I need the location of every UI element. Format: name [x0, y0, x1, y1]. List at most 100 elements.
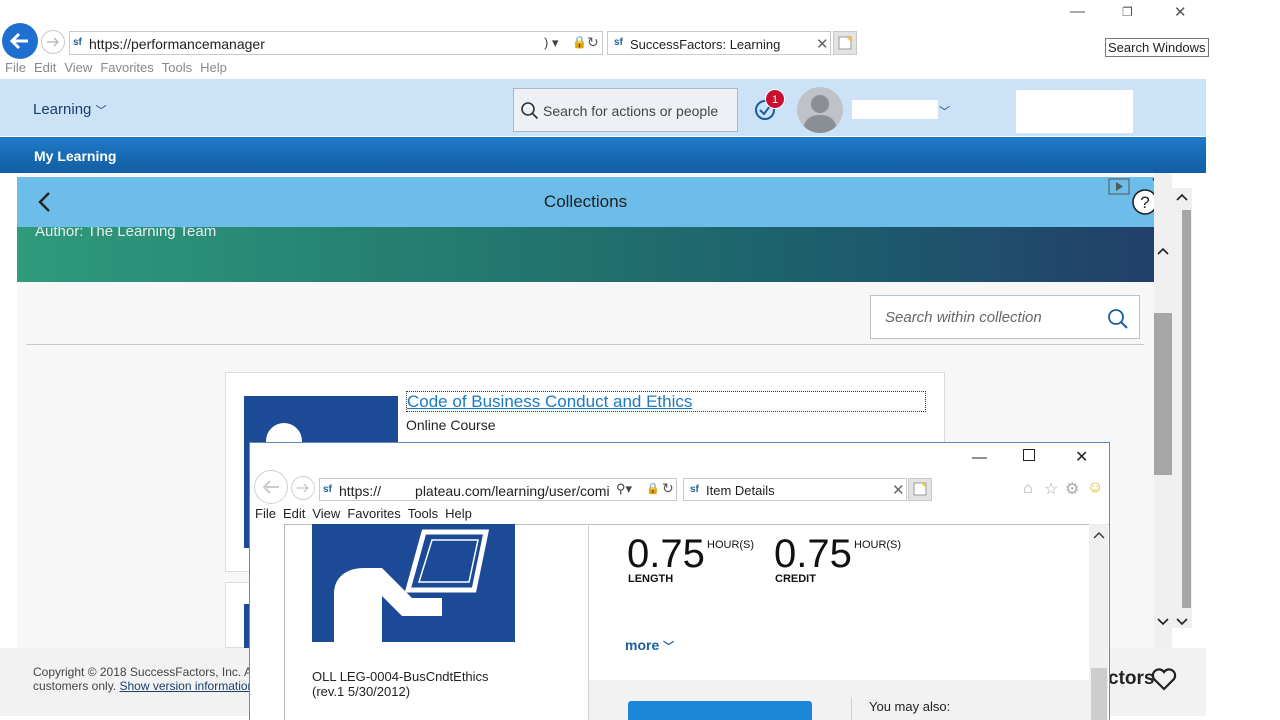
tab-close-icon[interactable]: ✕ — [816, 35, 829, 53]
window-controls: — ❐ ✕ — [1060, 0, 1280, 24]
company-logo-redacted — [1016, 90, 1133, 133]
popup-search-dropdown-icon[interactable]: ⚲▾ — [616, 481, 632, 497]
heart-logo-icon — [1151, 668, 1177, 691]
new-tab-icon — [838, 36, 852, 50]
video-play-icon[interactable] — [1107, 177, 1131, 197]
primary-action-button[interactable] — [628, 701, 812, 720]
brand-wordmark: ctors — [1108, 668, 1155, 689]
module-label: Learning — [33, 101, 92, 118]
module-switcher[interactable]: Learning ﹀ — [33, 101, 107, 118]
divider — [851, 697, 852, 720]
scroll-up-icon[interactable] — [1175, 191, 1189, 203]
home-icon[interactable]: ⌂ — [1023, 480, 1033, 498]
address-bar[interactable]: sf https://performancemanager ) ▾ 🔒 ↻ — [69, 31, 603, 55]
menu-help[interactable]: Help — [200, 58, 227, 78]
credit-value: 0.75 — [774, 532, 852, 576]
favorites-star-icon[interactable]: ☆ — [1044, 479, 1058, 499]
item-code-line1: OLL LEG-0004-BusCndtEthics — [312, 669, 489, 684]
footer-customers-text: customers only. — [33, 679, 117, 693]
scroll-up-icon[interactable] — [1156, 245, 1170, 257]
url-dropdown-icon[interactable]: ) ▾ — [544, 35, 558, 51]
item-code: OLL LEG-0004-BusCndtEthics (rev.1 5/30/2… — [312, 669, 489, 699]
popup-url-rest: plateau.com/learning/user/comi — [415, 483, 610, 499]
minimize-button[interactable]: — — [1070, 3, 1085, 20]
menu-tools[interactable]: Tools — [162, 58, 192, 78]
outer-scrollbar-thumb[interactable] — [1182, 210, 1191, 608]
popup-scrollbar-thumb[interactable] — [1091, 668, 1107, 720]
menu-view[interactable]: View — [64, 58, 92, 78]
popup-new-tab-button[interactable] — [908, 478, 932, 501]
collection-search-placeholder: Search within collection — [885, 309, 1042, 326]
menu-tools[interactable]: Tools — [408, 504, 438, 524]
popup-forward-button[interactable] — [291, 476, 315, 500]
more-label: more — [625, 637, 660, 653]
footer-line2: customers only. Show version information… — [33, 679, 258, 693]
popup-close-button[interactable]: ✕ — [1075, 447, 1088, 467]
forward-button[interactable] — [41, 30, 65, 54]
length-unit: HOUR(S) — [707, 539, 755, 551]
feedback-smiley-icon[interactable]: ☺ — [1087, 479, 1103, 497]
user-menu-chevron-icon[interactable]: ﹀ — [939, 103, 950, 119]
popup-tab[interactable]: sf Item Details ✕ — [683, 478, 907, 501]
tab-favicon-icon: sf — [690, 484, 699, 495]
collection-search-input[interactable]: Search within collection — [870, 295, 1140, 339]
new-tab-button[interactable] — [833, 31, 857, 55]
show-version-link[interactable]: Show version information. — [119, 679, 257, 693]
elearning-person-icon — [334, 529, 490, 642]
site-favicon-icon: sf — [73, 37, 82, 48]
search-windows-tooltip: Search Windows — [1105, 38, 1209, 57]
credit-label: CREDIT — [775, 573, 816, 585]
settings-gear-icon[interactable]: ⚙ — [1065, 479, 1079, 499]
popup-maximize-button[interactable] — [1023, 449, 1035, 461]
menu-file[interactable]: File — [255, 504, 276, 524]
popup-minimize-button[interactable]: — — [972, 449, 987, 466]
address-url: https://performancemanager — [89, 36, 265, 52]
forward-arrow-icon — [297, 483, 310, 493]
my-learning-link[interactable]: My Learning — [34, 148, 116, 164]
new-tab-icon — [913, 482, 927, 496]
menu-edit[interactable]: Edit — [283, 504, 305, 524]
my-learning-bar: My Learning — [0, 137, 1206, 173]
menu-favorites[interactable]: Favorites — [347, 504, 400, 524]
item-code-line2: (rev.1 5/30/2012) — [312, 684, 411, 699]
course-title-link[interactable]: Code of Business Conduct and Ethics — [406, 391, 926, 412]
refresh-icon[interactable]: ↻ — [587, 34, 599, 51]
collection-banner: Author: The Learning Team — [17, 223, 1154, 282]
length-label: LENGTH — [628, 573, 674, 585]
credit-unit: HOUR(S) — [854, 539, 902, 551]
menu-file[interactable]: File — [5, 58, 26, 78]
scroll-up-icon[interactable] — [1092, 529, 1106, 541]
global-search-input[interactable]: Search for actions or people — [513, 88, 738, 132]
user-avatar[interactable] — [797, 87, 843, 133]
collections-title: Collections — [543, 192, 628, 211]
back-button[interactable] — [2, 23, 38, 59]
restore-button[interactable]: ❐ — [1122, 5, 1133, 19]
copyright-text: Copyright © 2018 SuccessFactors, Inc. Al… — [33, 665, 265, 679]
forward-arrow-icon — [47, 37, 60, 47]
popup-back-button[interactable] — [254, 470, 288, 504]
browser-tab[interactable]: sf SuccessFactors: Learning ✕ — [607, 31, 831, 55]
close-window-button[interactable]: ✕ — [1174, 3, 1187, 21]
collections-title-bar: Collections ? — [17, 177, 1158, 227]
refresh-icon[interactable]: ↻ — [662, 480, 674, 497]
more-toggle[interactable]: more ﹀ — [625, 637, 674, 654]
tab-close-icon[interactable]: ✕ — [892, 481, 905, 499]
lock-icon: 🔒 — [572, 35, 587, 49]
lock-icon: 🔒 — [646, 483, 660, 495]
menu-favorites[interactable]: Favorites — [100, 58, 153, 78]
popup-left-panel — [250, 524, 285, 720]
search-icon[interactable] — [1107, 308, 1129, 330]
inner-scrollbar-thumb[interactable] — [1154, 313, 1172, 475]
svg-text:?: ? — [1140, 193, 1149, 212]
scroll-down-icon[interactable] — [1175, 616, 1189, 628]
tab-title: SuccessFactors: Learning — [630, 37, 781, 52]
menu-edit[interactable]: Edit — [34, 58, 56, 78]
chevron-down-icon: ﹀ — [663, 641, 675, 653]
item-thumbnail — [312, 524, 515, 642]
menu-help[interactable]: Help — [445, 504, 472, 524]
scroll-down-icon[interactable] — [1156, 616, 1170, 628]
you-may-also-label: You may also: — [869, 699, 951, 714]
menu-view[interactable]: View — [312, 504, 340, 524]
popup-address-bar[interactable]: sf https:// plateau.com/learning/user/com… — [319, 478, 677, 501]
back-arrow-icon — [9, 32, 28, 50]
